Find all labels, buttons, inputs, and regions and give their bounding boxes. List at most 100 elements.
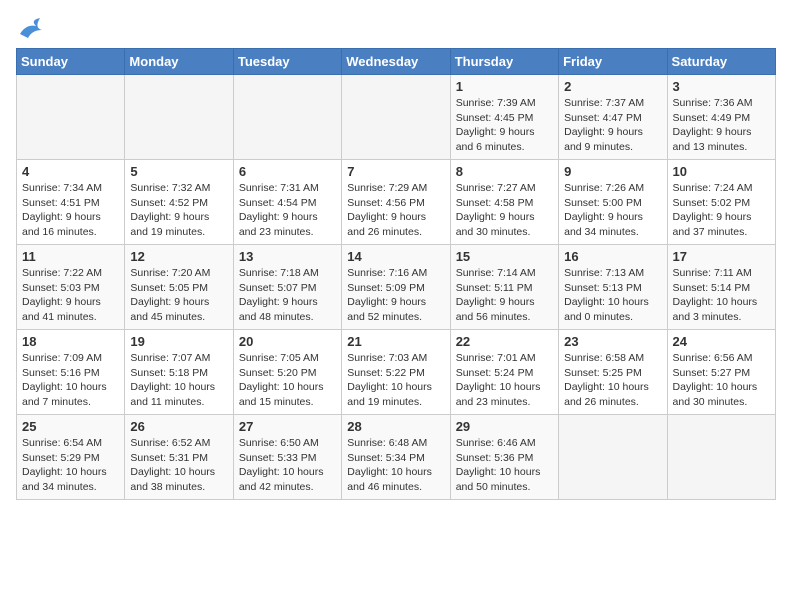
day-info: Sunrise: 7:24 AM Sunset: 5:02 PM Dayligh… bbox=[673, 181, 770, 240]
day-cell: 10 Sunrise: 7:24 AM Sunset: 5:02 PM Dayli… bbox=[667, 160, 775, 245]
day-info: Sunrise: 7:18 AM Sunset: 5:07 PM Dayligh… bbox=[239, 266, 336, 325]
day-cell: 25Sunrise: 6:54 AM Sunset: 5:29 PM Dayli… bbox=[17, 415, 125, 500]
day-number: 18 bbox=[22, 334, 119, 349]
day-number: 12 bbox=[130, 249, 227, 264]
week-row-1: 1 Sunrise: 7:39 AM Sunset: 4:45 PM Daylig… bbox=[17, 75, 776, 160]
day-cell: 13 Sunrise: 7:18 AM Sunset: 5:07 PM Dayli… bbox=[233, 245, 341, 330]
day-number: 20 bbox=[239, 334, 336, 349]
day-cell: 26 Sunrise: 6:52 AM Sunset: 5:31 PM Dayli… bbox=[125, 415, 233, 500]
day-cell: 8 Sunrise: 7:27 AM Sunset: 4:58 PM Daylig… bbox=[450, 160, 558, 245]
day-cell: 11 Sunrise: 7:22 AM Sunset: 5:03 PM Dayli… bbox=[17, 245, 125, 330]
day-info: Sunrise: 7:36 AM Sunset: 4:49 PM Dayligh… bbox=[673, 96, 770, 155]
day-info: Sunrise: 7:13 AM Sunset: 5:13 PM Dayligh… bbox=[564, 266, 661, 325]
day-number: 23 bbox=[564, 334, 661, 349]
day-info: Sunrise: 6:52 AM Sunset: 5:31 PM Dayligh… bbox=[130, 436, 227, 495]
day-number: 13 bbox=[239, 249, 336, 264]
day-info: Sunrise: 7:09 AM Sunset: 5:16 PM Dayligh… bbox=[22, 351, 119, 410]
day-cell: 2 Sunrise: 7:37 AM Sunset: 4:47 PM Daylig… bbox=[559, 75, 667, 160]
day-info: Sunrise: 6:48 AM Sunset: 5:34 PM Dayligh… bbox=[347, 436, 444, 495]
day-cell: 16 Sunrise: 7:13 AM Sunset: 5:13 PM Dayli… bbox=[559, 245, 667, 330]
weekday-header-tuesday: Tuesday bbox=[233, 49, 341, 75]
day-info: Sunrise: 7:39 AM Sunset: 4:45 PM Dayligh… bbox=[456, 96, 553, 155]
day-cell: 4 Sunrise: 7:34 AM Sunset: 4:51 PM Daylig… bbox=[17, 160, 125, 245]
day-info: Sunrise: 6:50 AM Sunset: 5:33 PM Dayligh… bbox=[239, 436, 336, 495]
day-cell: 23 Sunrise: 6:58 AM Sunset: 5:25 PM Dayli… bbox=[559, 330, 667, 415]
day-cell bbox=[125, 75, 233, 160]
day-number: 28 bbox=[347, 419, 444, 434]
day-number: 17 bbox=[673, 249, 770, 264]
day-cell bbox=[17, 75, 125, 160]
day-cell: 14 Sunrise: 7:16 AM Sunset: 5:09 PM Dayli… bbox=[342, 245, 450, 330]
day-cell: 6 Sunrise: 7:31 AM Sunset: 4:54 PM Daylig… bbox=[233, 160, 341, 245]
day-info: Sunrise: 7:27 AM Sunset: 4:58 PM Dayligh… bbox=[456, 181, 553, 240]
day-cell: 18 Sunrise: 7:09 AM Sunset: 5:16 PM Dayli… bbox=[17, 330, 125, 415]
weekday-header-thursday: Thursday bbox=[450, 49, 558, 75]
day-cell: 7 Sunrise: 7:29 AM Sunset: 4:56 PM Daylig… bbox=[342, 160, 450, 245]
calendar-table: SundayMondayTuesdayWednesdayThursdayFrid… bbox=[16, 48, 776, 500]
day-number: 26 bbox=[130, 419, 227, 434]
day-info: Sunrise: 7:26 AM Sunset: 5:00 PM Dayligh… bbox=[564, 181, 661, 240]
day-number: 6 bbox=[239, 164, 336, 179]
day-cell: 21Sunrise: 7:03 AM Sunset: 5:22 PM Dayli… bbox=[342, 330, 450, 415]
day-number: 10 bbox=[673, 164, 770, 179]
day-number: 19 bbox=[130, 334, 227, 349]
day-cell: 9Sunrise: 7:26 AM Sunset: 5:00 PM Daylig… bbox=[559, 160, 667, 245]
day-cell: 28 Sunrise: 6:48 AM Sunset: 5:34 PM Dayli… bbox=[342, 415, 450, 500]
day-cell: 3 Sunrise: 7:36 AM Sunset: 4:49 PM Daylig… bbox=[667, 75, 775, 160]
day-number: 24 bbox=[673, 334, 770, 349]
day-info: Sunrise: 7:03 AM Sunset: 5:22 PM Dayligh… bbox=[347, 351, 444, 410]
day-number: 22 bbox=[456, 334, 553, 349]
logo bbox=[16, 16, 50, 40]
day-cell bbox=[667, 415, 775, 500]
day-cell bbox=[342, 75, 450, 160]
day-info: Sunrise: 7:16 AM Sunset: 5:09 PM Dayligh… bbox=[347, 266, 444, 325]
day-info: Sunrise: 7:05 AM Sunset: 5:20 PM Dayligh… bbox=[239, 351, 336, 410]
day-number: 16 bbox=[564, 249, 661, 264]
week-row-2: 4 Sunrise: 7:34 AM Sunset: 4:51 PM Daylig… bbox=[17, 160, 776, 245]
day-info: Sunrise: 7:20 AM Sunset: 5:05 PM Dayligh… bbox=[130, 266, 227, 325]
day-number: 7 bbox=[347, 164, 444, 179]
day-number: 15 bbox=[456, 249, 553, 264]
day-number: 14 bbox=[347, 249, 444, 264]
day-info: Sunrise: 6:56 AM Sunset: 5:27 PM Dayligh… bbox=[673, 351, 770, 410]
day-info: Sunrise: 7:34 AM Sunset: 4:51 PM Dayligh… bbox=[22, 181, 119, 240]
day-number: 3 bbox=[673, 79, 770, 94]
day-number: 29 bbox=[456, 419, 553, 434]
week-row-5: 25Sunrise: 6:54 AM Sunset: 5:29 PM Dayli… bbox=[17, 415, 776, 500]
day-cell: 12 Sunrise: 7:20 AM Sunset: 5:05 PM Dayli… bbox=[125, 245, 233, 330]
weekday-header-saturday: Saturday bbox=[667, 49, 775, 75]
weekday-header-sunday: Sunday bbox=[17, 49, 125, 75]
week-row-3: 11 Sunrise: 7:22 AM Sunset: 5:03 PM Dayli… bbox=[17, 245, 776, 330]
day-info: Sunrise: 7:31 AM Sunset: 4:54 PM Dayligh… bbox=[239, 181, 336, 240]
day-cell: 20 Sunrise: 7:05 AM Sunset: 5:20 PM Dayli… bbox=[233, 330, 341, 415]
day-cell: 19 Sunrise: 7:07 AM Sunset: 5:18 PM Dayli… bbox=[125, 330, 233, 415]
day-cell: 29 Sunrise: 6:46 AM Sunset: 5:36 PM Dayli… bbox=[450, 415, 558, 500]
day-cell: 15 Sunrise: 7:14 AM Sunset: 5:11 PM Dayli… bbox=[450, 245, 558, 330]
day-cell: 5 Sunrise: 7:32 AM Sunset: 4:52 PM Daylig… bbox=[125, 160, 233, 245]
day-info: Sunrise: 6:58 AM Sunset: 5:25 PM Dayligh… bbox=[564, 351, 661, 410]
day-info: Sunrise: 7:07 AM Sunset: 5:18 PM Dayligh… bbox=[130, 351, 227, 410]
week-row-4: 18 Sunrise: 7:09 AM Sunset: 5:16 PM Dayli… bbox=[17, 330, 776, 415]
day-number: 8 bbox=[456, 164, 553, 179]
day-info: Sunrise: 7:37 AM Sunset: 4:47 PM Dayligh… bbox=[564, 96, 661, 155]
day-number: 11 bbox=[22, 249, 119, 264]
day-number: 4 bbox=[22, 164, 119, 179]
day-cell: 17Sunrise: 7:11 AM Sunset: 5:14 PM Dayli… bbox=[667, 245, 775, 330]
day-info: Sunrise: 7:22 AM Sunset: 5:03 PM Dayligh… bbox=[22, 266, 119, 325]
day-cell: 27 Sunrise: 6:50 AM Sunset: 5:33 PM Dayli… bbox=[233, 415, 341, 500]
logo-icon bbox=[16, 16, 46, 40]
day-number: 27 bbox=[239, 419, 336, 434]
day-info: Sunrise: 6:46 AM Sunset: 5:36 PM Dayligh… bbox=[456, 436, 553, 495]
day-info: Sunrise: 7:32 AM Sunset: 4:52 PM Dayligh… bbox=[130, 181, 227, 240]
day-cell: 22 Sunrise: 7:01 AM Sunset: 5:24 PM Dayli… bbox=[450, 330, 558, 415]
day-info: Sunrise: 7:29 AM Sunset: 4:56 PM Dayligh… bbox=[347, 181, 444, 240]
day-info: Sunrise: 7:01 AM Sunset: 5:24 PM Dayligh… bbox=[456, 351, 553, 410]
weekday-header-wednesday: Wednesday bbox=[342, 49, 450, 75]
day-number: 1 bbox=[456, 79, 553, 94]
weekday-header-monday: Monday bbox=[125, 49, 233, 75]
day-number: 25 bbox=[22, 419, 119, 434]
day-cell bbox=[559, 415, 667, 500]
day-number: 5 bbox=[130, 164, 227, 179]
day-info: Sunrise: 7:14 AM Sunset: 5:11 PM Dayligh… bbox=[456, 266, 553, 325]
day-number: 2 bbox=[564, 79, 661, 94]
